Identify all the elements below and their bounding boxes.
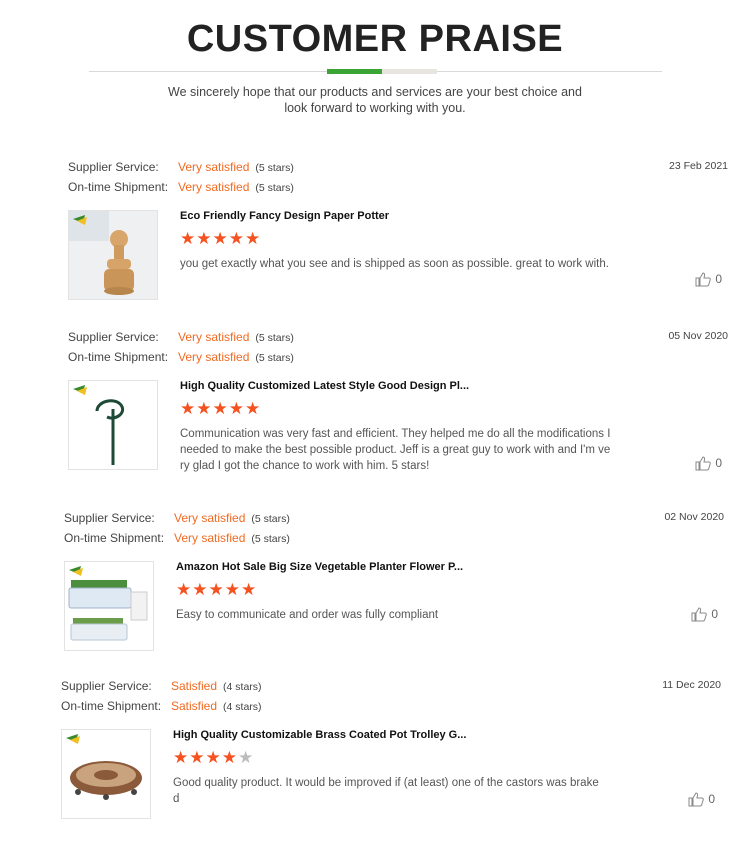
star-rating: ★★★★★ xyxy=(176,581,257,599)
star-icon: ★ xyxy=(245,229,262,248)
like-count: 0 xyxy=(715,456,722,470)
product-thumbnail[interactable] xyxy=(68,380,158,470)
like-count: 0 xyxy=(708,792,715,806)
supplier-service-row: Supplier Service: Very satisfied (5 stars) xyxy=(64,511,290,525)
supplier-service-value: Very satisfied xyxy=(178,330,250,344)
star-icon: ★ xyxy=(196,399,213,418)
star-icon: ★ xyxy=(208,580,225,599)
supplier-service-stars: (5 stars) xyxy=(255,332,294,344)
star-icon: ★ xyxy=(180,229,197,248)
supplier-service-label: Supplier Service: xyxy=(68,330,159,344)
product-thumbnail[interactable] xyxy=(68,210,158,300)
star-rating: ★★★★★ xyxy=(173,749,254,767)
supplier-service-label: Supplier Service: xyxy=(61,679,152,693)
star-icon: ★ xyxy=(180,399,197,418)
supplier-service-value: Satisfied xyxy=(171,679,218,693)
star-icon: ★ xyxy=(228,229,245,248)
supplier-service-stars: (5 stars) xyxy=(251,513,290,525)
review-comment: you get exactly what you see and is ship… xyxy=(180,258,609,270)
product-title[interactable]: High Quality Customized Latest Style Goo… xyxy=(180,380,469,392)
review-comment: Good quality product. It would be improv… xyxy=(173,777,599,805)
shipment-value: Satisfied xyxy=(171,699,218,713)
shipment-stars: (5 stars) xyxy=(255,182,294,194)
supplier-service-stars: (5 stars) xyxy=(255,162,294,174)
title-divider-accent xyxy=(327,69,382,74)
review-date: 02 Nov 2020 xyxy=(664,511,724,523)
shipment-label: On-time Shipment: xyxy=(68,180,169,194)
review-date: 11 Dec 2020 xyxy=(662,679,721,691)
star-icon: ★ xyxy=(189,748,206,767)
star-icon: ★ xyxy=(228,399,245,418)
shipment-label: On-time Shipment: xyxy=(68,350,169,364)
product-thumbnail[interactable] xyxy=(61,729,151,819)
star-rating: ★★★★★ xyxy=(180,400,261,418)
review-comment: Communication was very fast and efficien… xyxy=(180,428,611,472)
wooden-stopper-photo xyxy=(69,211,157,299)
shipment-row: On-time Shipment: Very satisfied (5 stars) xyxy=(68,350,294,364)
title-divider-accent-grey xyxy=(382,69,437,74)
plant-support-stake-photo xyxy=(69,381,157,469)
shipment-value: Very satisfied xyxy=(178,350,250,364)
supplier-service-row: Supplier Service: Very satisfied (5 stars) xyxy=(68,330,294,344)
star-empty-icon: ★ xyxy=(238,748,255,767)
shipment-value: Very satisfied xyxy=(178,180,250,194)
star-icon: ★ xyxy=(176,580,193,599)
thumbs-up-icon xyxy=(695,272,712,287)
like-count: 0 xyxy=(711,607,718,621)
supplier-service-label: Supplier Service: xyxy=(64,511,155,525)
shipment-label: On-time Shipment: xyxy=(64,531,165,545)
star-icon: ★ xyxy=(221,748,238,767)
shipment-row: On-time Shipment: Satisfied (4 stars) xyxy=(61,699,262,713)
thumbs-up-icon xyxy=(695,456,712,471)
shipment-stars: (4 stars) xyxy=(223,701,262,713)
like-button[interactable]: 0 xyxy=(695,456,722,471)
star-icon: ★ xyxy=(224,580,241,599)
review-item: Supplier Service: Very satisfied (5 stars)… xyxy=(68,160,728,310)
like-count: 0 xyxy=(715,272,722,286)
thumbs-up-icon xyxy=(691,607,708,622)
like-button[interactable]: 0 xyxy=(688,792,715,807)
star-icon: ★ xyxy=(196,229,213,248)
vegetable-planter-photo xyxy=(65,562,153,650)
review-comment: Easy to communicate and order was fully … xyxy=(176,609,439,621)
like-button[interactable]: 0 xyxy=(691,607,718,622)
review-item: Supplier Service: Satisfied (4 stars) On-t… xyxy=(61,679,721,829)
review-item: Supplier Service: Very satisfied (5 stars)… xyxy=(64,511,724,661)
page-subtitle: We sincerely hope that our products and … xyxy=(168,85,582,115)
star-icon: ★ xyxy=(212,229,229,248)
star-icon: ★ xyxy=(205,748,222,767)
like-button[interactable]: 0 xyxy=(695,272,722,287)
shipment-row: On-time Shipment: Very satisfied (5 stars) xyxy=(68,180,294,194)
star-icon: ★ xyxy=(245,399,262,418)
supplier-service-row: Supplier Service: Very satisfied (5 stars) xyxy=(68,160,294,174)
supplier-service-value: Very satisfied xyxy=(178,160,250,174)
product-title[interactable]: High Quality Customizable Brass Coated P… xyxy=(173,729,466,741)
shipment-row: On-time Shipment: Very satisfied (5 stars) xyxy=(64,531,290,545)
review-item: Supplier Service: Very satisfied (5 stars)… xyxy=(68,330,728,480)
page-title: CUSTOMER PRAISE xyxy=(186,18,564,60)
shipment-value: Very satisfied xyxy=(174,531,246,545)
star-icon: ★ xyxy=(192,580,209,599)
supplier-service-value: Very satisfied xyxy=(174,511,246,525)
product-thumbnail[interactable] xyxy=(64,561,154,651)
star-rating: ★★★★★ xyxy=(180,230,261,248)
thumbs-up-icon xyxy=(688,792,705,807)
product-title[interactable]: Amazon Hot Sale Big Size Vegetable Plant… xyxy=(176,561,463,573)
supplier-service-label: Supplier Service: xyxy=(68,160,159,174)
shipment-stars: (5 stars) xyxy=(255,352,294,364)
supplier-service-row: Supplier Service: Satisfied (4 stars) xyxy=(61,679,262,693)
supplier-service-stars: (4 stars) xyxy=(223,681,262,693)
review-date: 23 Feb 2021 xyxy=(669,160,728,172)
star-icon: ★ xyxy=(173,748,190,767)
review-date: 05 Nov 2020 xyxy=(668,330,728,342)
shipment-stars: (5 stars) xyxy=(251,533,290,545)
shipment-label: On-time Shipment: xyxy=(61,699,162,713)
star-icon: ★ xyxy=(241,580,258,599)
pot-trolley-photo xyxy=(62,730,150,818)
star-icon: ★ xyxy=(212,399,229,418)
product-title[interactable]: Eco Friendly Fancy Design Paper Potter xyxy=(180,210,389,222)
